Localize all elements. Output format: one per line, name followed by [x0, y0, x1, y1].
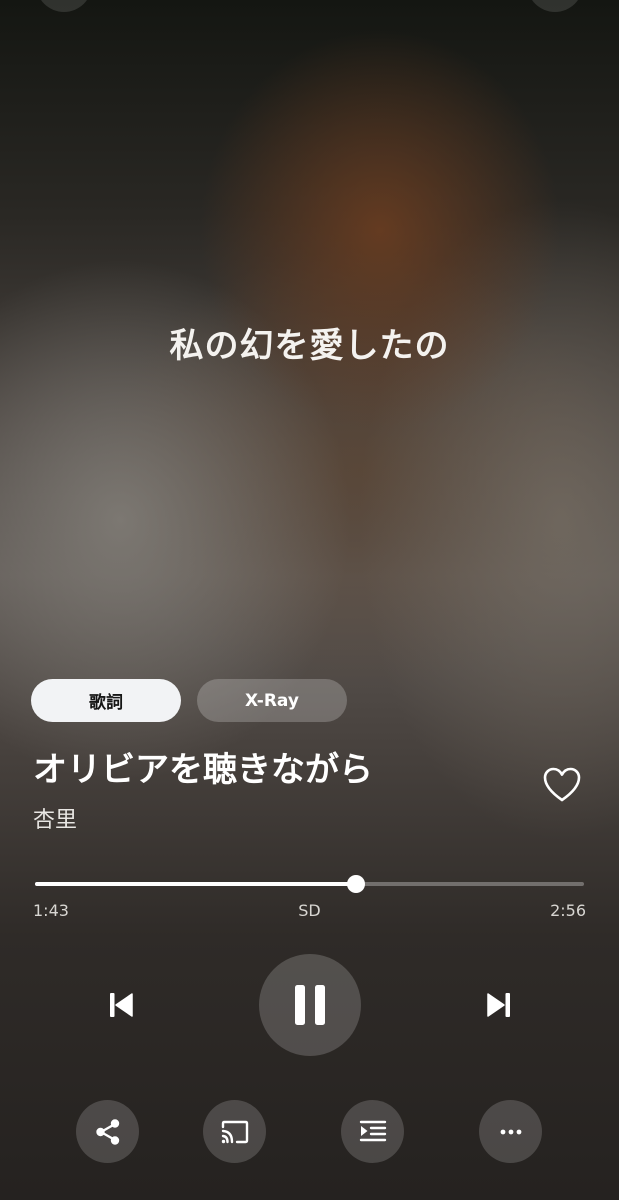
- cast-button[interactable]: [203, 1100, 266, 1163]
- more-icon: [500, 1129, 521, 1134]
- tab-xray[interactable]: X-Ray: [197, 679, 347, 722]
- current-lyric-line: 私の幻を愛したの: [169, 326, 450, 366]
- queue-icon: [359, 1120, 386, 1141]
- progress-bar[interactable]: [35, 875, 584, 893]
- heart-icon: [543, 767, 581, 802]
- share-icon: [95, 1118, 119, 1145]
- tab-lyrics[interactable]: 歌詞: [31, 679, 181, 722]
- skip-next-icon: [487, 993, 510, 1017]
- track-title: オリビアを聴きながら: [33, 750, 373, 790]
- cast-icon: [221, 1120, 248, 1143]
- progress-fill: [35, 882, 357, 886]
- track-artist[interactable]: 杏里: [33, 802, 77, 834]
- more-options-button[interactable]: [479, 1100, 542, 1163]
- skip-previous-icon: [110, 993, 133, 1017]
- favorite-button[interactable]: [541, 766, 583, 804]
- next-button[interactable]: [478, 984, 520, 1026]
- pause-button[interactable]: [259, 954, 361, 1056]
- previous-button[interactable]: [100, 984, 142, 1026]
- pause-icon: [295, 985, 325, 1025]
- queue-button[interactable]: [341, 1100, 404, 1163]
- share-button[interactable]: [76, 1100, 139, 1163]
- total-time: 2:56: [550, 901, 586, 920]
- audio-quality-badge: SD: [298, 901, 321, 920]
